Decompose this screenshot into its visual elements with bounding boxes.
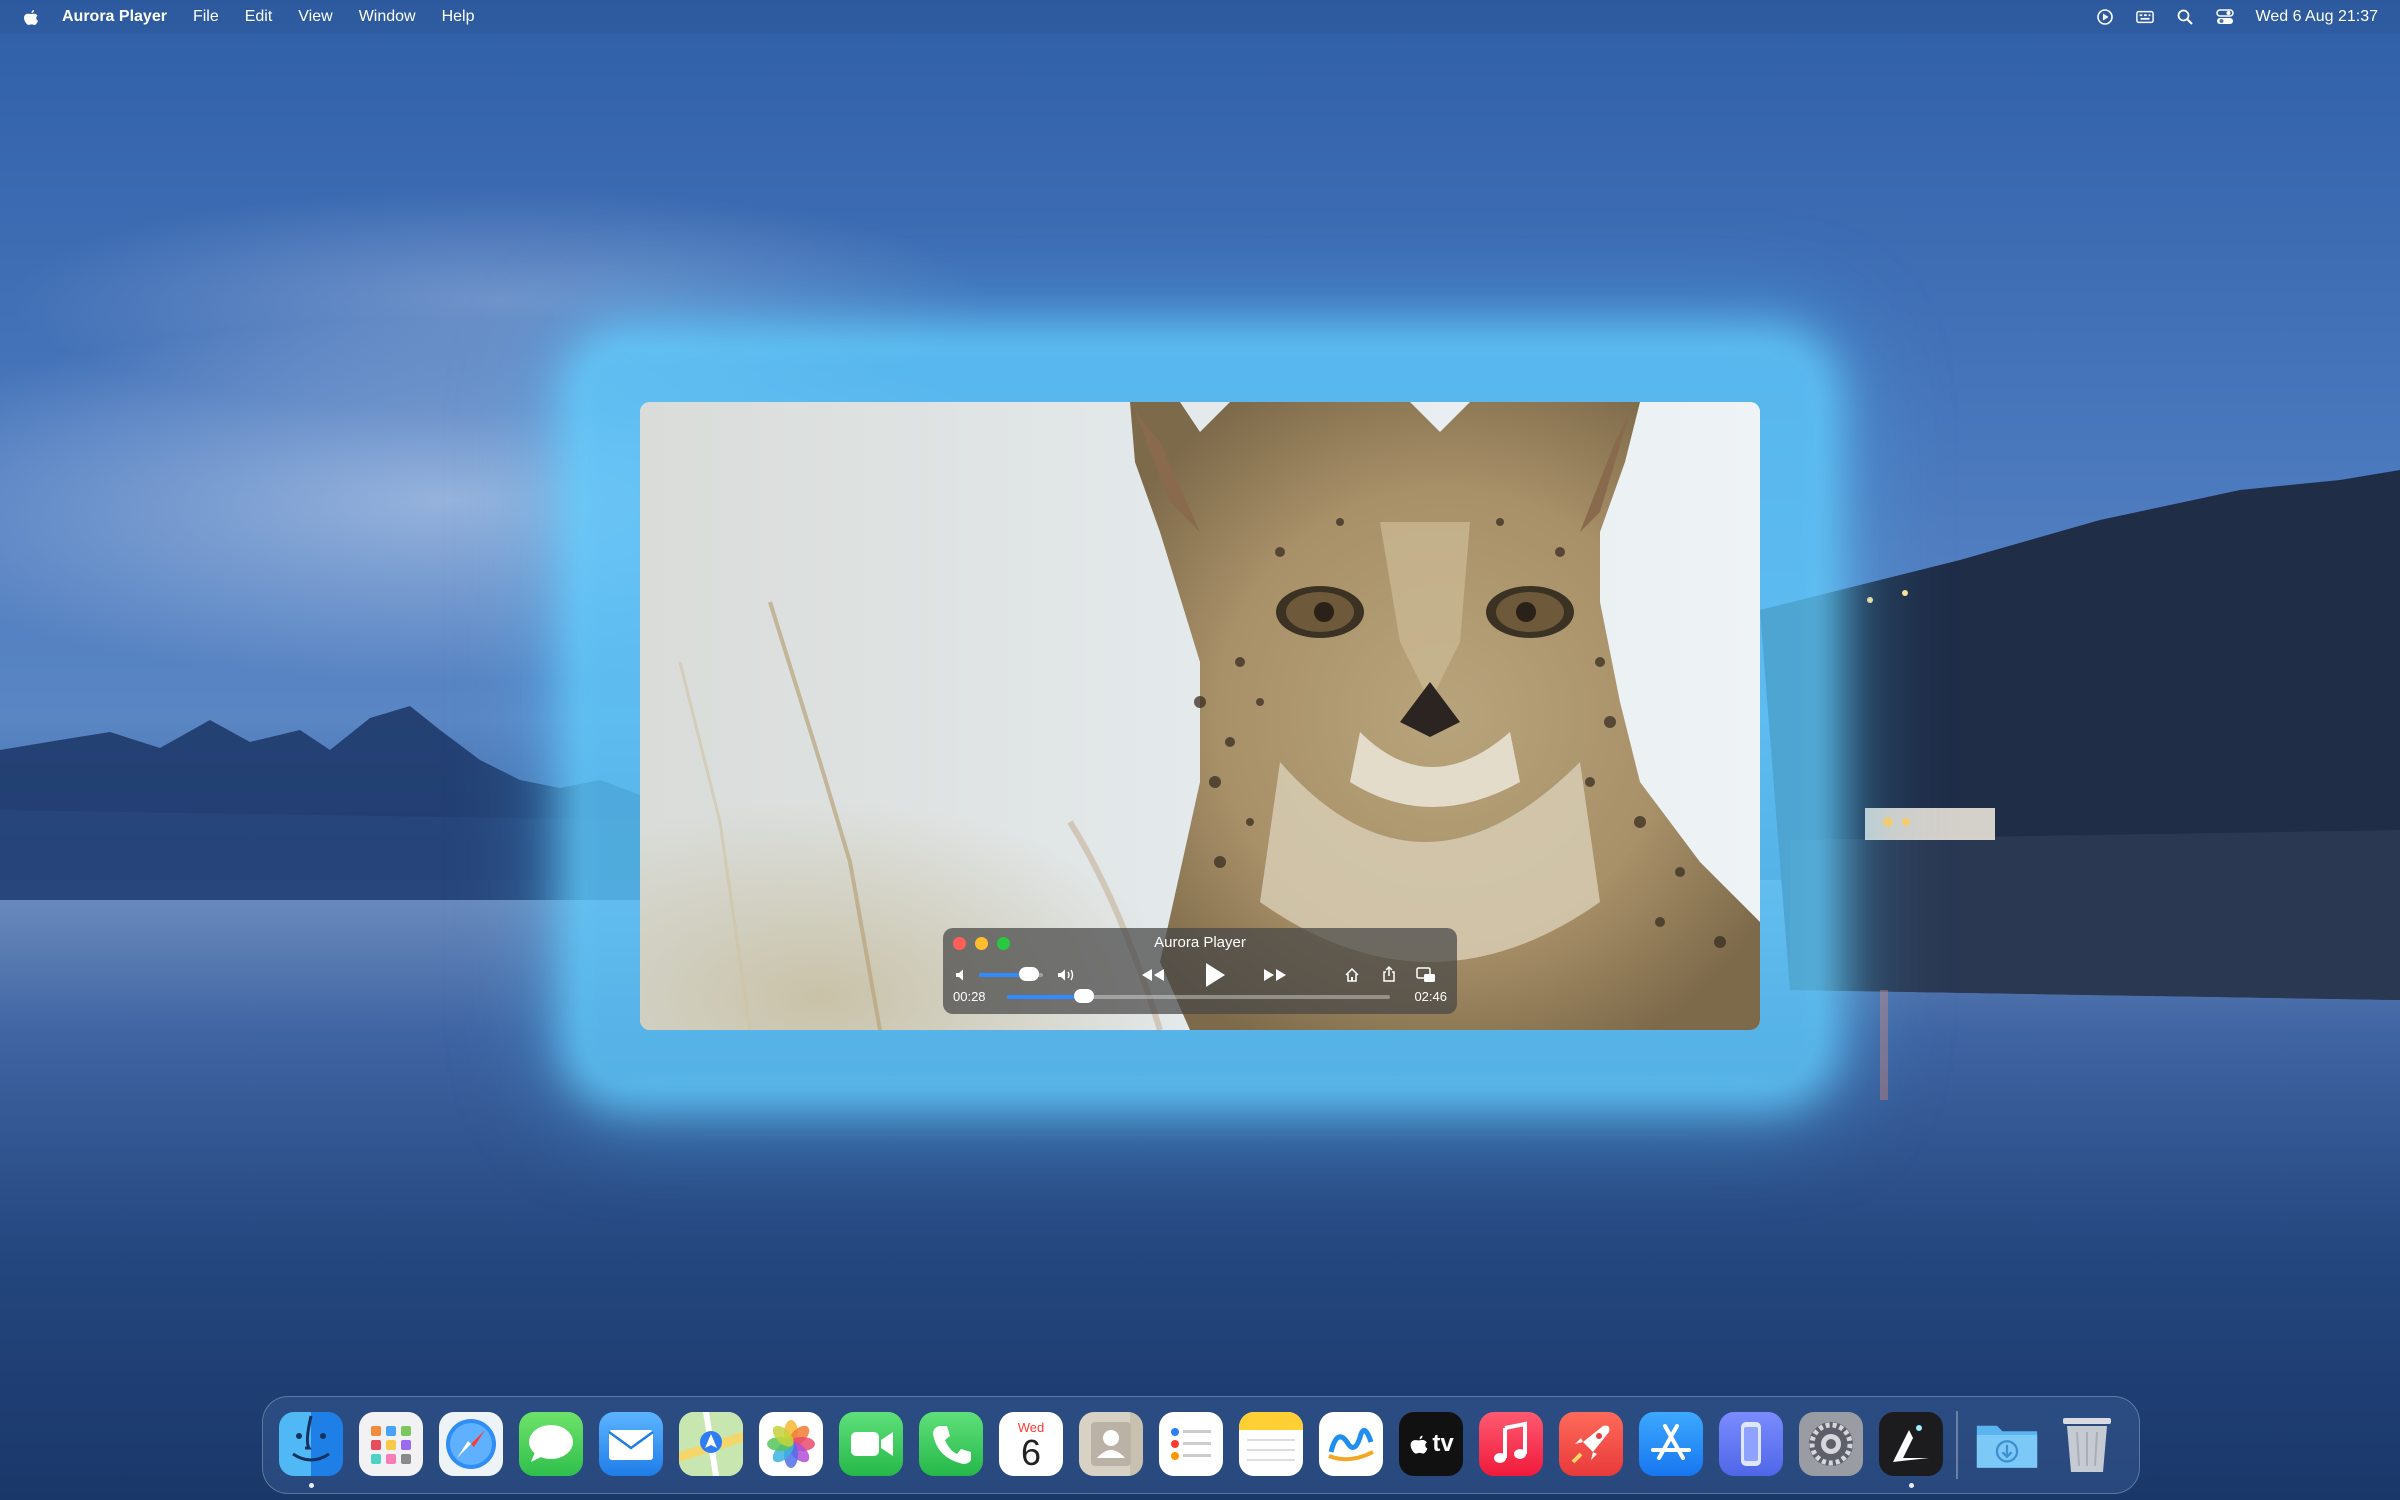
- dock-separator: [1956, 1411, 1958, 1479]
- tv-icon[interactable]: tv: [1399, 1412, 1463, 1476]
- control-center-icon[interactable]: [2215, 8, 2234, 26]
- iphone-mirroring-icon[interactable]: [1719, 1412, 1783, 1476]
- duration-time: 02:46: [1414, 989, 1447, 1004]
- player-window[interactable]: Aurora Player 00:28 02:46: [640, 402, 1760, 1030]
- menu-file[interactable]: File: [193, 8, 219, 26]
- mute-icon[interactable]: [953, 965, 971, 985]
- photos-icon[interactable]: [759, 1412, 823, 1476]
- menu-app-name[interactable]: Aurora Player: [62, 8, 167, 26]
- fast-forward-icon[interactable]: [1261, 964, 1289, 986]
- share-icon[interactable]: [1379, 964, 1399, 984]
- notes-icon[interactable]: [1239, 1412, 1303, 1476]
- search-icon[interactable]: [2176, 8, 2194, 26]
- tv-label: tv: [1432, 1430, 1454, 1457]
- volume-knob[interactable]: [1018, 967, 1039, 981]
- maps-icon[interactable]: [679, 1412, 743, 1476]
- safari-icon[interactable]: [439, 1412, 503, 1476]
- apple-menu-icon[interactable]: [22, 7, 40, 27]
- menu-window[interactable]: Window: [359, 8, 416, 26]
- home-icon[interactable]: [1342, 965, 1362, 985]
- reminders-icon[interactable]: [1159, 1412, 1223, 1476]
- play-circle-icon[interactable]: [2096, 8, 2114, 26]
- progress-bar[interactable]: [1007, 989, 1390, 1003]
- progress-fill: [1007, 995, 1084, 999]
- menu-clock[interactable]: Wed 6 Aug 21:37: [2256, 8, 2378, 26]
- menu-bar: Aurora Player File Edit View Window Help…: [0, 0, 2400, 34]
- controls-row: [943, 962, 1457, 988]
- freeform-icon[interactable]: [1319, 1412, 1383, 1476]
- trash-icon[interactable]: [2055, 1412, 2119, 1476]
- calendar-day-number: 6: [1020, 1431, 1042, 1473]
- current-time: 00:28: [953, 989, 986, 1004]
- volume-slider[interactable]: [979, 967, 1043, 981]
- menu-edit[interactable]: Edit: [245, 8, 273, 26]
- contacts-icon[interactable]: [1079, 1412, 1143, 1476]
- rocket-icon[interactable]: [1559, 1412, 1623, 1476]
- menu-view[interactable]: View: [298, 8, 332, 26]
- menu-help[interactable]: Help: [442, 8, 475, 26]
- facetime-icon[interactable]: [839, 1412, 903, 1476]
- player-title: Aurora Player: [1154, 934, 1246, 951]
- finder-icon[interactable]: [279, 1412, 343, 1476]
- calendar-icon[interactable]: Wed 6: [999, 1412, 1063, 1476]
- keyboard-icon[interactable]: [2135, 8, 2154, 26]
- launchpad-icon[interactable]: [359, 1412, 423, 1476]
- picture-in-picture-icon[interactable]: [1415, 965, 1437, 985]
- mail-icon[interactable]: [599, 1412, 663, 1476]
- playback-controller[interactable]: Aurora Player 00:28 02:46: [943, 928, 1457, 1014]
- aurora-player-running-indicator: [1909, 1483, 1914, 1488]
- progress-knob[interactable]: [1073, 989, 1094, 1003]
- rewind-icon[interactable]: [1139, 964, 1167, 986]
- messages-icon[interactable]: [519, 1412, 583, 1476]
- play-icon[interactable]: [1201, 960, 1229, 990]
- volume-max-icon[interactable]: [1057, 965, 1077, 985]
- downloads-folder-icon[interactable]: [1975, 1412, 2039, 1476]
- aurora-player-icon[interactable]: [1879, 1412, 1943, 1476]
- finder-running-indicator: [309, 1483, 314, 1488]
- app-store-icon[interactable]: [1639, 1412, 1703, 1476]
- dock: Wed 6 tv: [262, 1396, 2140, 1494]
- system-settings-icon[interactable]: [1799, 1412, 1863, 1476]
- phone-icon[interactable]: [919, 1412, 983, 1476]
- music-icon[interactable]: [1479, 1412, 1543, 1476]
